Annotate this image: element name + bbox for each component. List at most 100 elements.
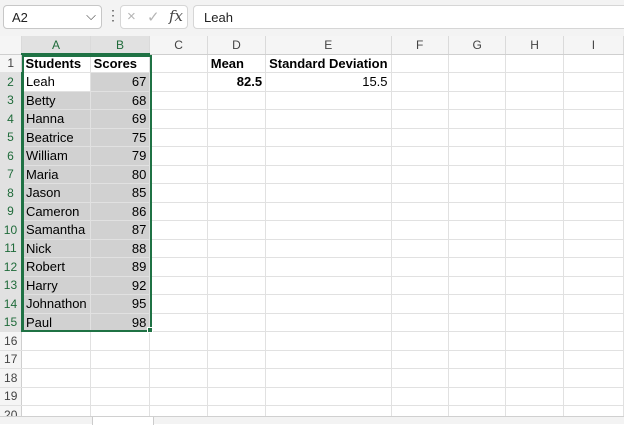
cell-b10[interactable]: 87	[90, 220, 151, 240]
cell-g12[interactable]	[448, 257, 507, 277]
cell-h4[interactable]	[505, 109, 564, 129]
select-all-corner[interactable]	[0, 36, 23, 55]
cell-b11[interactable]: 88	[90, 239, 151, 258]
cell-c1[interactable]	[149, 54, 208, 73]
formula-input[interactable]: Leah	[193, 5, 624, 29]
cell-a9[interactable]: Cameron	[21, 202, 91, 221]
cell-h13[interactable]	[505, 276, 564, 295]
column-header-e[interactable]: E	[265, 36, 392, 55]
cell-f5[interactable]	[391, 128, 449, 147]
cell-f2[interactable]	[391, 72, 449, 92]
cell-g10[interactable]	[448, 220, 507, 240]
cell-b15[interactable]: 98	[90, 313, 151, 332]
cell-f8[interactable]	[391, 183, 449, 203]
cell-i6[interactable]	[563, 146, 624, 166]
cell-g11[interactable]	[448, 239, 507, 258]
cell-f18[interactable]	[391, 368, 449, 388]
cell-e20[interactable]	[265, 405, 392, 416]
cell-c18[interactable]	[149, 368, 208, 388]
column-header-f[interactable]: F	[391, 36, 449, 55]
cell-h15[interactable]	[505, 313, 564, 332]
cell-h12[interactable]	[505, 257, 564, 277]
row-header[interactable]: 7	[0, 165, 23, 184]
cell-f3[interactable]	[391, 91, 449, 110]
cell-c10[interactable]	[149, 220, 208, 240]
cell-d17[interactable]	[207, 350, 267, 369]
cell-h9[interactable]	[505, 202, 564, 221]
row-header[interactable]: 19	[0, 387, 23, 406]
column-header-a[interactable]: A	[21, 36, 91, 55]
fill-handle[interactable]	[147, 327, 153, 333]
row-header[interactable]: 12	[0, 257, 23, 277]
cell-g15[interactable]	[448, 313, 507, 332]
cell-g7[interactable]	[448, 165, 507, 184]
cell-g13[interactable]	[448, 276, 507, 295]
cell-f4[interactable]	[391, 109, 449, 129]
chevron-down-icon[interactable]: ⌵	[86, 8, 96, 24]
row-header[interactable]: 2	[0, 72, 23, 92]
row-header[interactable]: 16	[0, 331, 23, 351]
cell-h7[interactable]	[505, 165, 564, 184]
cell-d13[interactable]	[207, 276, 267, 295]
cell-i19[interactable]	[563, 387, 624, 406]
cell-b6[interactable]: 79	[90, 146, 151, 166]
row-header[interactable]: 5	[0, 128, 23, 147]
cell-e18[interactable]	[265, 368, 392, 388]
cell-c2[interactable]	[149, 72, 208, 92]
column-header-c[interactable]: C	[149, 36, 208, 55]
cell-f20[interactable]	[391, 405, 449, 416]
cell-a6[interactable]: William	[21, 146, 91, 166]
row-header[interactable]: 6	[0, 146, 23, 166]
cell-c14[interactable]	[149, 294, 208, 314]
cell-e2[interactable]: 15.5	[265, 72, 392, 92]
cell-f11[interactable]	[391, 239, 449, 258]
cell-b20[interactable]	[90, 405, 151, 416]
more-options-icon[interactable]: ⋮	[106, 8, 120, 22]
cell-e13[interactable]	[265, 276, 392, 295]
cell-i13[interactable]	[563, 276, 624, 295]
row-header[interactable]: 14	[0, 294, 23, 314]
row-header[interactable]: 8	[0, 183, 23, 203]
cell-d14[interactable]	[207, 294, 267, 314]
cell-e15[interactable]	[265, 313, 392, 332]
cell-c7[interactable]	[149, 165, 208, 184]
cell-c15[interactable]	[149, 313, 208, 332]
cell-h10[interactable]	[505, 220, 564, 240]
cell-i18[interactable]	[563, 368, 624, 388]
cell-i17[interactable]	[563, 350, 624, 369]
cell-e14[interactable]	[265, 294, 392, 314]
cell-f12[interactable]	[391, 257, 449, 277]
cell-a18[interactable]	[21, 368, 91, 388]
cell-d11[interactable]	[207, 239, 267, 258]
cell-i4[interactable]	[563, 109, 624, 129]
row-header[interactable]: 11	[0, 239, 23, 258]
cell-d3[interactable]	[207, 91, 267, 110]
row-header[interactable]: 17	[0, 350, 23, 369]
cell-d1[interactable]: Mean	[207, 54, 267, 73]
cell-c8[interactable]	[149, 183, 208, 203]
cell-i11[interactable]	[563, 239, 624, 258]
cell-f6[interactable]	[391, 146, 449, 166]
cell-f13[interactable]	[391, 276, 449, 295]
cell-h17[interactable]	[505, 350, 564, 369]
cell-g9[interactable]	[448, 202, 507, 221]
cell-e5[interactable]	[265, 128, 392, 147]
cell-f19[interactable]	[391, 387, 449, 406]
cell-h6[interactable]	[505, 146, 564, 166]
cell-a14[interactable]: Johnathon	[21, 294, 91, 314]
cell-f15[interactable]	[391, 313, 449, 332]
cell-e19[interactable]	[265, 387, 392, 406]
row-header[interactable]: 13	[0, 276, 23, 295]
name-box[interactable]: A2 ⌵	[3, 5, 102, 29]
column-header-g[interactable]: G	[448, 36, 507, 55]
cell-g4[interactable]	[448, 109, 507, 129]
cell-c17[interactable]	[149, 350, 208, 369]
cell-a4[interactable]: Hanna	[21, 109, 91, 129]
cell-e11[interactable]	[265, 239, 392, 258]
cell-g5[interactable]	[448, 128, 507, 147]
cell-b9[interactable]: 86	[90, 202, 151, 221]
cell-e17[interactable]	[265, 350, 392, 369]
row-header[interactable]: 10	[0, 220, 23, 240]
cancel-icon[interactable]: ×	[127, 8, 136, 25]
cell-e9[interactable]	[265, 202, 392, 221]
